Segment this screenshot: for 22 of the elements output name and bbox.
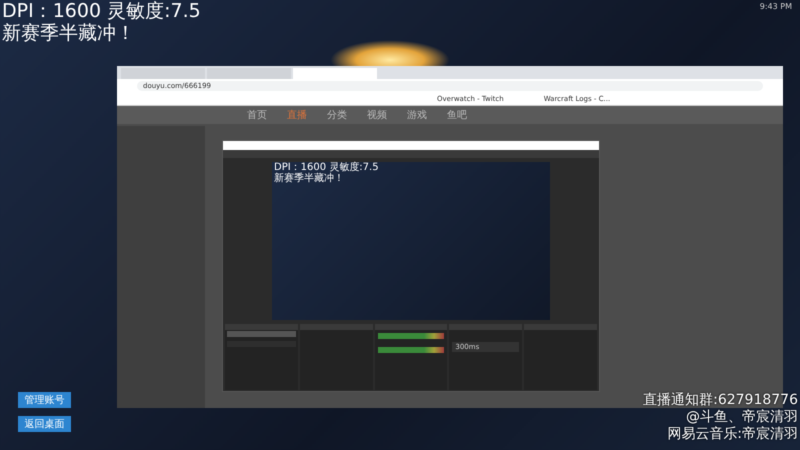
- overlay-text: DPI：1600 灵敏度:7.5: [2, 0, 201, 22]
- browser-tab[interactable]: [293, 68, 377, 79]
- action-button[interactable]: 管理账号: [18, 392, 71, 408]
- nav-link[interactable]: 游戏: [407, 108, 427, 122]
- nav-link[interactable]: 鱼吧: [447, 108, 467, 122]
- audio-meter: [378, 333, 444, 339]
- preview-text: 新赛季半藏冲！: [273, 173, 345, 184]
- nav-link[interactable]: 直播: [287, 108, 307, 122]
- clock: 9:43 PM: [760, 2, 792, 11]
- notice-text: 网易云音乐:帝宸清羽: [666, 426, 798, 443]
- nav-link[interactable]: 首页: [247, 108, 267, 122]
- audio-meter: [378, 347, 444, 353]
- notice-text: @斗鱼、帝宸清羽: [685, 409, 798, 426]
- scene-item[interactable]: [227, 331, 296, 337]
- action-button[interactable]: 返回桌面: [18, 416, 71, 432]
- browser-tab[interactable]: [121, 68, 205, 79]
- preview-text: DPI：1600 灵敏度:7.5: [273, 162, 380, 173]
- nav-link[interactable]: 分类: [327, 108, 347, 122]
- notice-text: 直播通知群:627918776: [643, 392, 798, 409]
- nav-link[interactable]: 视频: [367, 108, 387, 122]
- browser-tab[interactable]: [207, 68, 291, 79]
- overlay-text: 新赛季半藏冲！: [2, 22, 136, 44]
